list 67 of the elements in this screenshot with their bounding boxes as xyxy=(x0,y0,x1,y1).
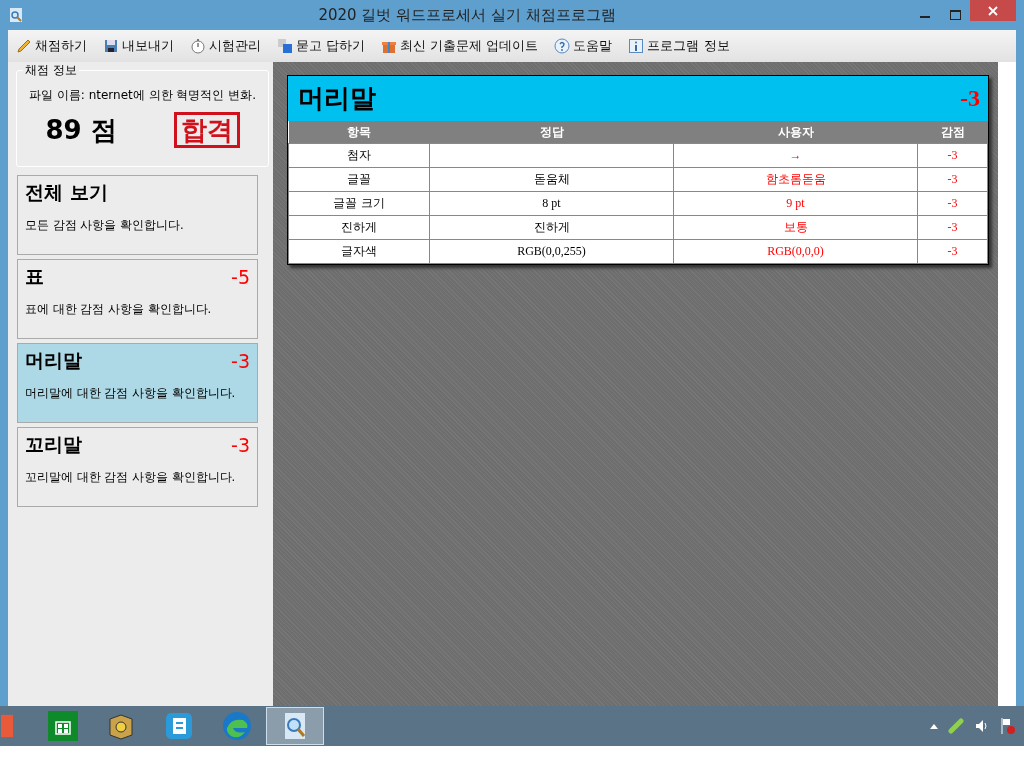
score: 89 점 xyxy=(45,113,117,147)
category-item[interactable]: 꼬리말 -3 꼬리말에 대한 감점 사항을 확인합니다. xyxy=(17,427,258,507)
taskbar-app-button[interactable] xyxy=(266,707,324,745)
table-cell: 글꼴 크기 xyxy=(288,191,430,216)
table-cell: 돋움체 xyxy=(429,167,674,192)
table-cell: 글꼴 xyxy=(288,167,430,192)
close-button[interactable] xyxy=(970,0,1016,21)
toolbar-button[interactable]: 도움말 xyxy=(552,35,615,57)
table-cell: 8 pt xyxy=(429,191,674,216)
group-label: 채점 정보 xyxy=(23,62,79,79)
app-icon xyxy=(8,7,24,23)
table-cell: 9 pt xyxy=(673,191,918,216)
info-icon xyxy=(628,38,645,54)
table-cell: 함초롬돋움 xyxy=(673,167,918,192)
category-deduction: -5 xyxy=(231,266,250,288)
table-cell: → xyxy=(673,143,918,168)
table-cell: 진하게 xyxy=(288,215,430,240)
category-description: 꼬리말에 대한 감점 사항을 확인합니다. xyxy=(25,470,237,485)
column-header: 사용자 xyxy=(673,121,918,144)
toolbar-button[interactable]: 시험관리 xyxy=(188,35,263,57)
category-title: 꼬리말 xyxy=(25,432,82,457)
column-header: 감점 xyxy=(917,121,988,144)
column-header: 정답 xyxy=(429,121,674,144)
close-icon xyxy=(988,5,998,16)
table-cell: 진하게 xyxy=(429,215,674,240)
table-cell: 보통 xyxy=(673,215,918,240)
table-cell: -3 xyxy=(917,143,988,168)
category-title: 전체 보기 xyxy=(25,180,108,205)
table-cell: -3 xyxy=(917,191,988,216)
category-description: 표에 대한 감점 사항을 확인합니다. xyxy=(25,302,213,317)
pencil-icon xyxy=(16,38,32,54)
table-cell: -3 xyxy=(917,167,988,192)
flag-icon[interactable] xyxy=(1000,717,1016,735)
store-icon[interactable] xyxy=(48,711,78,741)
detail-deduction: -3 xyxy=(960,85,980,112)
table-cell: RGB(0,0,255) xyxy=(429,239,674,264)
table-cell: -3 xyxy=(917,215,988,240)
toolbar-button[interactable]: 채점하기 xyxy=(14,35,89,57)
toolbar-button[interactable]: 묻고 답하기 xyxy=(275,35,368,57)
category-description: 모든 감점 사항을 확인합니다. xyxy=(25,218,185,233)
category-item[interactable]: 표 -5 표에 대한 감점 사항을 확인합니다. xyxy=(17,259,258,339)
category-title: 머리말 xyxy=(25,348,82,373)
help-icon xyxy=(554,38,571,54)
book-icon[interactable] xyxy=(164,711,194,741)
window-title: 2020 길벗 워드프로세서 실기 채점프로그램 xyxy=(317,5,617,25)
file-name: 파일 이름: nternet에 의한 혁명적인 변화. xyxy=(27,87,257,104)
column-header: 항목 xyxy=(288,121,430,144)
category-item[interactable]: 머리말 -3 머리말에 대한 감점 사항을 확인합니다. xyxy=(17,343,258,423)
pass-stamp: 합격 xyxy=(173,112,240,148)
pill-icon[interactable] xyxy=(948,718,964,734)
table-cell: RGB(0,0,0) xyxy=(673,239,918,264)
toolbar-button[interactable]: 최신 기출문제 업데이트 xyxy=(379,35,541,57)
detail-title: 머리말 xyxy=(298,82,376,115)
category-deduction: -3 xyxy=(231,434,250,456)
toolbar-button[interactable]: 프로그램 정보 xyxy=(626,35,732,57)
category-item[interactable]: 전체 보기 모든 감점 사항을 확인합니다. xyxy=(17,175,258,255)
table-cell: 첨자 xyxy=(288,143,430,168)
category-title: 표 xyxy=(25,264,44,289)
category-deduction: -3 xyxy=(231,350,250,372)
stopwatch-icon xyxy=(190,38,206,54)
table-cell: -3 xyxy=(917,239,988,264)
category-description: 머리말에 대한 감점 사항을 확인합니다. xyxy=(25,386,237,401)
table-cell: 글자색 xyxy=(288,239,430,264)
toolbar-button[interactable]: 내보내기 xyxy=(101,35,176,57)
maximize-icon xyxy=(949,10,961,20)
speaker-icon[interactable] xyxy=(974,718,990,734)
caret-up-icon[interactable] xyxy=(930,723,938,729)
